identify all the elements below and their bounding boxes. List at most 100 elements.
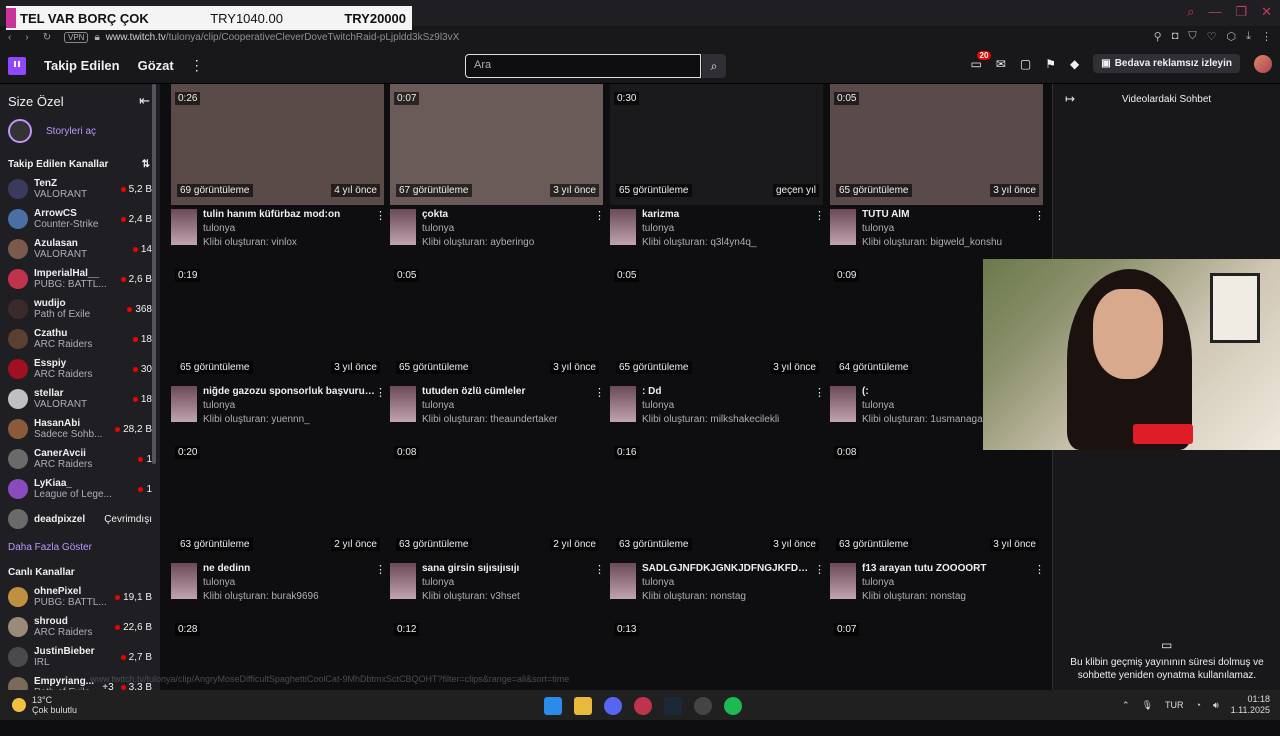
search-input[interactable]: Ara	[465, 54, 701, 78]
clip-thumbnail[interactable]: 0:19 65 görüntüleme 3 yıl önce	[171, 261, 384, 382]
clip-channel[interactable]: tulonya	[862, 223, 1034, 234]
more-options-icon[interactable]: ⋮	[594, 386, 605, 430]
sidebar-channel[interactable]: Czathu ARC Raiders 18	[0, 324, 160, 354]
language-indicator[interactable]: TUR	[1165, 700, 1184, 710]
clip-title[interactable]: TÜTÜ AİM	[862, 209, 1034, 220]
clip-card[interactable]: 0:08 63 görüntüleme 2 yıl önce sana girsin …	[390, 438, 605, 607]
spotify-icon[interactable]	[724, 697, 742, 715]
game-launcher-icon[interactable]	[694, 697, 712, 715]
chevron-up-icon[interactable]: ⌃	[1122, 700, 1130, 711]
clip-thumbnail[interactable]: 0:05 65 görüntüleme 3 yıl önce	[390, 261, 603, 382]
more-options-icon[interactable]: ⋮	[594, 563, 605, 607]
expand-icon[interactable]: ↦	[1065, 92, 1075, 106]
clip-card[interactable]: 0:05 65 görüntüleme 3 yıl önce: Dd tulonya K…	[610, 261, 825, 430]
clip-channel[interactable]: tulonya	[642, 400, 814, 411]
sidebar-scrollbar[interactable]	[152, 84, 156, 464]
weather-widget[interactable]: 13°C Çok bulutlu	[0, 695, 77, 715]
volume-icon[interactable]: 🔊︎	[1213, 700, 1219, 711]
sidebar-channel[interactable]: ImperialHal__ PUBG: BATTL... 2,6 B	[0, 264, 160, 294]
clock[interactable]: 01:18 1.11.2025	[1231, 694, 1270, 716]
clip-title[interactable]: ne dedinn	[203, 563, 375, 574]
more-options-icon[interactable]: ⋮	[1034, 563, 1045, 607]
clip-thumbnail[interactable]: 0:07 67 görüntüleme 3 yıl önce	[390, 84, 603, 205]
menu-icon[interactable]: ⋮	[1261, 30, 1272, 43]
clip-channel[interactable]: tulonya	[422, 400, 594, 411]
sidebar-channel[interactable]: HasanAbi Sadece Sohb... 28,2 B	[0, 414, 160, 444]
nav-browse[interactable]: Gözat	[138, 58, 174, 73]
sidebar-channel[interactable]: Azulasan VALORANT 14	[0, 234, 160, 264]
show-more-link[interactable]: Daha Fazla Göster	[0, 534, 160, 561]
sidebar-channel[interactable]: CanerAvcii ARC Raiders 1	[0, 444, 160, 474]
drops-icon[interactable]: ◆	[1070, 57, 1079, 71]
more-icon[interactable]: ⋮	[190, 57, 204, 74]
close-icon[interactable]: ✕	[1261, 4, 1272, 20]
clip-card[interactable]: 0:20 63 görüntüleme 2 yıl önce ne dedinn tul…	[171, 438, 386, 607]
clip-title[interactable]: : Dd	[642, 386, 814, 397]
clip-card[interactable]: 0:30 65 görüntüleme geçen yıl karizma tulony…	[610, 84, 825, 253]
search-button[interactable]: ⌕	[702, 54, 726, 78]
clip-card[interactable]: 0:26 69 görüntüleme 4 yıl önce tulin hanım …	[171, 84, 386, 253]
mic-icon[interactable]: 🎙︎	[1142, 700, 1153, 711]
channel-avatar[interactable]	[390, 386, 416, 422]
sort-icon[interactable]: ⇅	[142, 159, 150, 170]
steam-icon[interactable]	[664, 697, 682, 715]
clip-thumbnail[interactable]: 0:30 65 görüntüleme geçen yıl	[610, 84, 823, 205]
sidebar-channel[interactable]: wudijo Path of Exile 368	[0, 294, 160, 324]
clip-thumbnail[interactable]: 0:20 63 görüntüleme 2 yıl önce	[171, 438, 384, 559]
sidebar-channel[interactable]: ohnePixel PUBG: BATTL... 19,1 B	[0, 582, 160, 612]
channel-avatar[interactable]	[830, 563, 856, 599]
notifications-icon[interactable]: ▭ 20	[971, 50, 992, 71]
clip-title[interactable]: çokta	[422, 209, 594, 220]
clip-card[interactable]: 0:16 63 görüntüleme 3 yıl önce SADLGJNFDKJG…	[610, 438, 825, 607]
channel-avatar[interactable]	[830, 209, 856, 245]
whispers-icon[interactable]: ▢	[1020, 57, 1031, 71]
channel-avatar[interactable]	[610, 209, 636, 245]
maximize-icon[interactable]: ❐	[1235, 4, 1247, 20]
clip-channel[interactable]: tulonya	[422, 223, 594, 234]
channel-avatar[interactable]	[610, 563, 636, 599]
clip-title[interactable]: SADLGJNFDKJGNKJDFNGJKFDNS...	[642, 563, 814, 574]
more-options-icon[interactable]: ⋮	[594, 209, 605, 253]
pin-icon[interactable]: ⚲	[1154, 30, 1162, 43]
stories-link[interactable]: Storyleri aç	[0, 109, 160, 153]
heart-icon[interactable]: ♡	[1207, 30, 1217, 43]
sidebar-channel[interactable]: shroud ARC Raiders 22,6 B	[0, 612, 160, 642]
sidebar-channel[interactable]: stellar VALORANT 18	[0, 384, 160, 414]
windows-start-icon[interactable]	[544, 697, 562, 715]
vpn-badge[interactable]: VPN	[64, 31, 89, 43]
more-options-icon[interactable]: ⋮	[375, 386, 386, 430]
clip-card[interactable]: 0:19 65 görüntüleme 3 yıl önce niğde gazozu…	[171, 261, 386, 430]
more-options-icon[interactable]: ⋮	[814, 563, 825, 607]
clip-thumbnail[interactable]: 0:16 63 görüntüleme 3 yıl önce	[610, 438, 823, 559]
clip-card[interactable]: 0:07 67 görüntüleme 3 yıl önce çokta tulonya…	[390, 84, 605, 253]
sidebar-channel[interactable]: deadpixzel Çevrimdışı	[0, 504, 160, 534]
clip-thumbnail[interactable]: 0:05 65 görüntüleme 3 yıl önce	[830, 84, 1043, 205]
clip-thumbnail[interactable]: 0:26 69 görüntüleme 4 yıl önce	[171, 84, 384, 205]
minimize-icon[interactable]: —	[1208, 4, 1221, 20]
sidebar-channel[interactable]: JustinBieber IRL 2,7 B	[0, 642, 160, 672]
promo-button[interactable]: ▣ Bedava reklamsız izleyin	[1093, 54, 1240, 73]
inbox-icon[interactable]: ✉	[996, 57, 1006, 71]
reload-icon[interactable]: ↻	[43, 32, 51, 43]
discord-icon[interactable]	[604, 697, 622, 715]
shield-icon[interactable]: ⛉	[1188, 30, 1196, 43]
clip-channel[interactable]: tulonya	[203, 400, 375, 411]
sidebar-channel[interactable]: ArrowCS Counter-Strike 2,4 B	[0, 204, 160, 234]
twitch-logo-icon[interactable]	[8, 56, 26, 75]
channel-avatar[interactable]	[171, 209, 197, 245]
address-bar[interactable]: ‹ › ↻ VPN 🔒︎ www.twitch.tv/tulonya/clip/…	[0, 28, 1280, 46]
clip-card[interactable]: 0:08 63 görüntüleme 3 yıl önce f13 arayan t…	[830, 438, 1045, 607]
nav-following[interactable]: Takip Edilen	[44, 58, 120, 73]
channel-avatar[interactable]	[171, 563, 197, 599]
clip-thumbnail[interactable]: 0:05 65 görüntüleme 3 yıl önce	[610, 261, 823, 382]
cube-icon[interactable]: ⬡	[1227, 30, 1237, 43]
channel-avatar[interactable]	[390, 209, 416, 245]
clip-title[interactable]: tulin hanım küfürbaz mod:on	[203, 209, 375, 220]
more-options-icon[interactable]: ⋮	[375, 209, 386, 253]
back-icon[interactable]: ‹	[8, 32, 11, 43]
url-text[interactable]: www.twitch.tv/tulonya/clip/CooperativeCl…	[106, 32, 460, 43]
channel-avatar[interactable]	[830, 386, 856, 422]
sidebar-channel[interactable]: TenZ VALORANT 5,2 B	[0, 174, 160, 204]
clip-thumbnail[interactable]: 0:08 63 görüntüleme 2 yıl önce	[390, 438, 603, 559]
more-options-icon[interactable]: ⋮	[814, 209, 825, 253]
